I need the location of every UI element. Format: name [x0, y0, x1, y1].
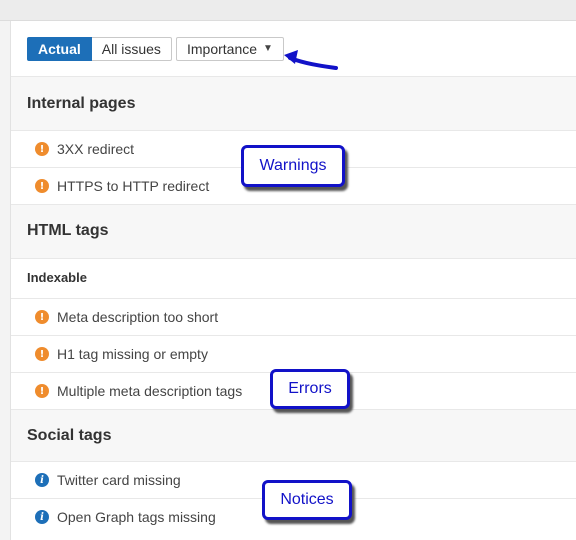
issue-row-h1-missing[interactable]: ! H1 tag missing or empty: [11, 335, 576, 372]
arrow-annotation: [284, 50, 338, 70]
callout-notices: Notices: [262, 480, 352, 520]
issue-row-meta-description-short[interactable]: ! Meta description too short: [11, 298, 576, 335]
view-tabs: Actual All issues: [27, 37, 172, 61]
section-social-tags: Social tags: [11, 409, 576, 461]
section-internal-pages: Internal pages: [11, 76, 576, 130]
callout-warnings: Warnings: [241, 145, 345, 187]
warning-icon: !: [35, 179, 49, 193]
tab-all-issues[interactable]: All issues: [91, 37, 172, 61]
issue-label: 3XX redirect: [57, 141, 135, 157]
issue-label: Multiple meta description tags: [57, 383, 243, 399]
warning-icon: !: [35, 384, 49, 398]
section-title: HTML tags: [27, 222, 109, 239]
section-html-tags: HTML tags: [11, 204, 576, 258]
issue-label: Open Graph tags missing: [57, 509, 216, 525]
section-title: Social tags: [27, 427, 112, 444]
warning-icon: !: [35, 310, 49, 324]
subsection-indexable: Indexable: [11, 258, 576, 298]
sort-dropdown-label: Importance: [187, 41, 258, 57]
warning-icon: !: [35, 142, 49, 156]
issue-label: HTTPS to HTTP redirect: [57, 178, 210, 194]
top-band: [0, 0, 576, 20]
subsection-title: Indexable: [27, 270, 87, 285]
callout-errors: Errors: [270, 369, 350, 409]
sort-dropdown[interactable]: Importance ▼: [176, 37, 284, 61]
tab-actual[interactable]: Actual: [27, 37, 92, 61]
info-icon: i: [35, 473, 49, 487]
issue-label: Meta description too short: [57, 309, 219, 325]
section-title: Internal pages: [27, 95, 136, 112]
issue-label: Twitter card missing: [57, 472, 181, 488]
info-icon: i: [35, 510, 49, 524]
issue-label: H1 tag missing or empty: [57, 346, 208, 362]
warning-icon: !: [35, 347, 49, 361]
caret-down-icon: ▼: [263, 43, 273, 54]
left-gutter: [0, 21, 11, 540]
